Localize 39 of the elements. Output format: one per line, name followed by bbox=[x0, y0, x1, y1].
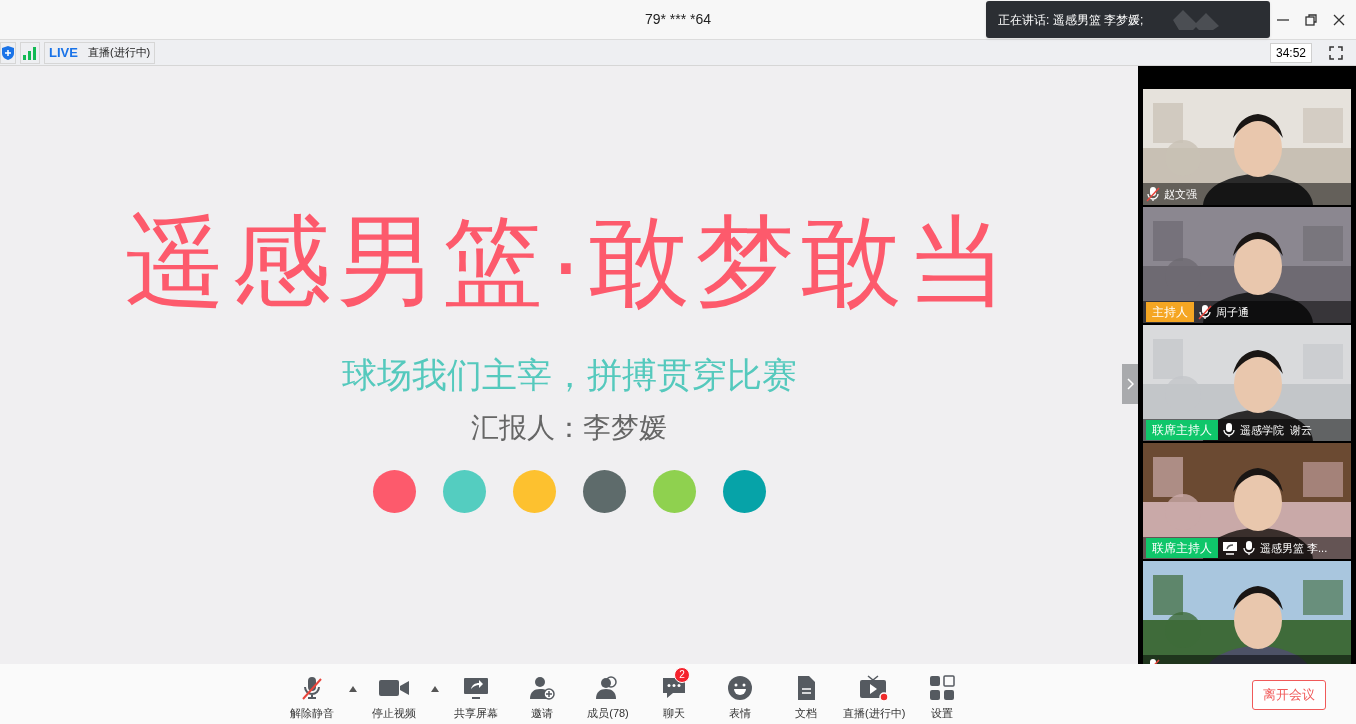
window-title: 79* *** *64 bbox=[644, 10, 712, 29]
toolbar-button[interactable]: 成员(78) bbox=[578, 666, 638, 721]
role-badge: 联席主持人 bbox=[1146, 538, 1218, 558]
toolbar-button[interactable]: 设置 bbox=[912, 666, 973, 721]
caret-icon[interactable] bbox=[348, 685, 358, 693]
live-text: LIVE bbox=[49, 43, 78, 62]
slide-title: 遥感男篮·敢梦敢当 bbox=[125, 211, 1013, 311]
shield-icon[interactable] bbox=[2, 45, 14, 60]
participant-name: 遥感男篮 李... bbox=[1260, 540, 1328, 556]
live-tv-icon bbox=[859, 674, 890, 701]
live-status-button[interactable]: LIVE 直播(进行中) bbox=[44, 41, 156, 64]
meeting-timer: 34:52 bbox=[1269, 42, 1312, 63]
toolbar-button[interactable]: 文档 bbox=[776, 666, 836, 721]
role-badge: 联席主持人 bbox=[1146, 420, 1218, 440]
toolbar-button[interactable]: 邀请 bbox=[512, 666, 572, 721]
chevron-right-icon bbox=[1126, 378, 1134, 390]
smiley-icon bbox=[727, 674, 753, 701]
toolbar-button[interactable]: 直播(进行中) bbox=[842, 666, 907, 721]
role-badge: 主持人 bbox=[1146, 302, 1194, 322]
add-person-icon bbox=[529, 674, 555, 701]
fullscreen-icon[interactable] bbox=[1329, 45, 1343, 60]
toolbar-button[interactable]: 解除静音 bbox=[282, 666, 342, 721]
muted-microphone-icon bbox=[299, 674, 325, 701]
participant-name: 周子通 bbox=[1216, 304, 1249, 320]
toolbar-button[interactable]: 聊天 2 bbox=[644, 666, 704, 721]
speaking-text: 正在讲话: 遥感男篮 李梦媛; bbox=[998, 11, 1144, 29]
live-label: 直播(进行中) bbox=[87, 45, 151, 61]
presenter-text: 汇报人：李梦媛 bbox=[471, 414, 667, 442]
toolbar-button[interactable]: 停止视频 bbox=[364, 666, 424, 721]
participant-name: 赵文强 bbox=[1164, 186, 1197, 202]
participant-name: 遥感学院 谢云 bbox=[1240, 422, 1313, 438]
toolbar-button[interactable]: 表情 bbox=[710, 666, 770, 721]
slide-subtitle: 球场我们主宰，拼搏贯穿比赛 bbox=[341, 357, 797, 392]
toolbar-button[interactable]: 共享屏幕 bbox=[446, 666, 506, 721]
grid-settings-icon bbox=[929, 674, 956, 701]
unread-badge: 2 bbox=[674, 666, 690, 683]
restore-icon[interactable] bbox=[1304, 13, 1318, 27]
close-icon[interactable] bbox=[1332, 13, 1346, 27]
caret-icon[interactable] bbox=[430, 685, 440, 693]
